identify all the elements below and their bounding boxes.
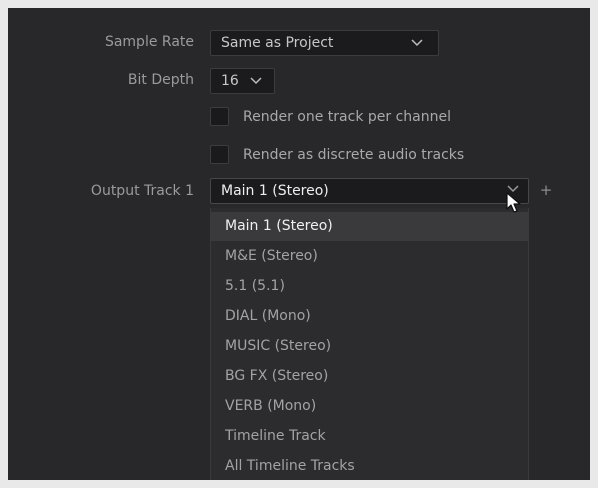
render-discrete-audio-tracks-label: Render as discrete audio tracks — [243, 147, 465, 163]
render-one-track-per-channel-checkbox[interactable] — [210, 107, 229, 126]
bit-depth-label: Bit Depth — [127, 72, 194, 88]
output-track-label: Output Track 1 — [90, 183, 194, 199]
menu-item-verb-mono[interactable]: VERB (Mono) — [211, 392, 528, 421]
output-track-menu: Main 1 (Stereo) M&E (Stereo) 5.1 (5.1) D… — [210, 208, 529, 480]
menu-item-me-stereo[interactable]: M&E (Stereo) — [211, 242, 528, 271]
chevron-down-icon — [411, 39, 423, 47]
sample-rate-value: Same as Project — [221, 35, 334, 51]
mouse-pointer-icon — [506, 192, 522, 218]
render-audio-settings-panel: Sample Rate Same as Project Bit Depth 16… — [8, 8, 590, 480]
output-track-dropdown[interactable]: Main 1 (Stereo) — [210, 178, 529, 204]
menu-item-all-timeline-tracks[interactable]: All Timeline Tracks — [211, 452, 528, 480]
menu-item-timeline-track[interactable]: Timeline Track — [211, 422, 528, 451]
render-one-track-per-channel-label: Render one track per channel — [243, 109, 451, 125]
chevron-down-icon — [250, 77, 262, 85]
menu-item-music-stereo[interactable]: MUSIC (Stereo) — [211, 332, 528, 361]
bit-depth-dropdown[interactable]: 16 — [210, 68, 275, 94]
add-output-track-button[interactable]: + — [538, 182, 554, 198]
plus-icon: + — [539, 181, 553, 199]
menu-item-dial-mono[interactable]: DIAL (Mono) — [211, 302, 528, 331]
sample-rate-dropdown[interactable]: Same as Project — [210, 30, 439, 56]
output-track-value: Main 1 (Stereo) — [221, 183, 329, 199]
menu-item-bg-fx-stereo[interactable]: BG FX (Stereo) — [211, 362, 528, 391]
render-discrete-audio-tracks-checkbox[interactable] — [210, 145, 229, 164]
menu-item-5-1[interactable]: 5.1 (5.1) — [211, 272, 528, 301]
menu-item-main-1-stereo[interactable]: Main 1 (Stereo) — [211, 212, 528, 241]
sample-rate-label: Sample Rate — [104, 34, 194, 50]
bit-depth-value: 16 — [221, 73, 239, 89]
